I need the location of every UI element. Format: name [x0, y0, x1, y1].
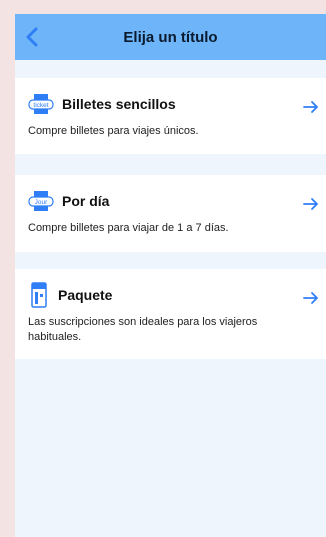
- option-description: Compre billetes para viajar de 1 a 7 día…: [28, 222, 229, 234]
- chevron-left-icon: [26, 27, 38, 47]
- subscription-card-icon: [31, 282, 47, 308]
- option-description: Compre billetes para viajes únicos.: [28, 125, 199, 137]
- option-per-day[interactable]: Jour Por día Compre billetes para viajar…: [15, 175, 326, 252]
- arrow-right-icon[interactable]: [302, 291, 320, 305]
- header-bar: Elija un título: [15, 14, 326, 60]
- app-screen: Elija un título ticket Billetes sencillo…: [15, 14, 326, 537]
- option-title: Por día: [62, 193, 110, 209]
- option-title: Billetes sencillos: [62, 96, 176, 112]
- option-title: Paquete: [58, 287, 113, 303]
- day-ticket-icon-label: Jour: [35, 199, 48, 206]
- option-single-tickets[interactable]: ticket Billetes sencillos Compre billete…: [15, 78, 326, 154]
- arrow-right-icon[interactable]: [302, 100, 320, 114]
- ticket-icon-label: ticket: [33, 102, 48, 109]
- page-title: Elija un título: [123, 28, 218, 46]
- ticket-icon: ticket: [28, 94, 54, 114]
- day-ticket-icon: Jour: [28, 191, 54, 211]
- back-button[interactable]: [19, 23, 45, 51]
- arrow-right-icon[interactable]: [302, 197, 320, 211]
- option-package[interactable]: Paquete Las suscripciones son ideales pa…: [15, 269, 326, 359]
- option-description: Las suscripciones son ideales para los v…: [28, 316, 258, 343]
